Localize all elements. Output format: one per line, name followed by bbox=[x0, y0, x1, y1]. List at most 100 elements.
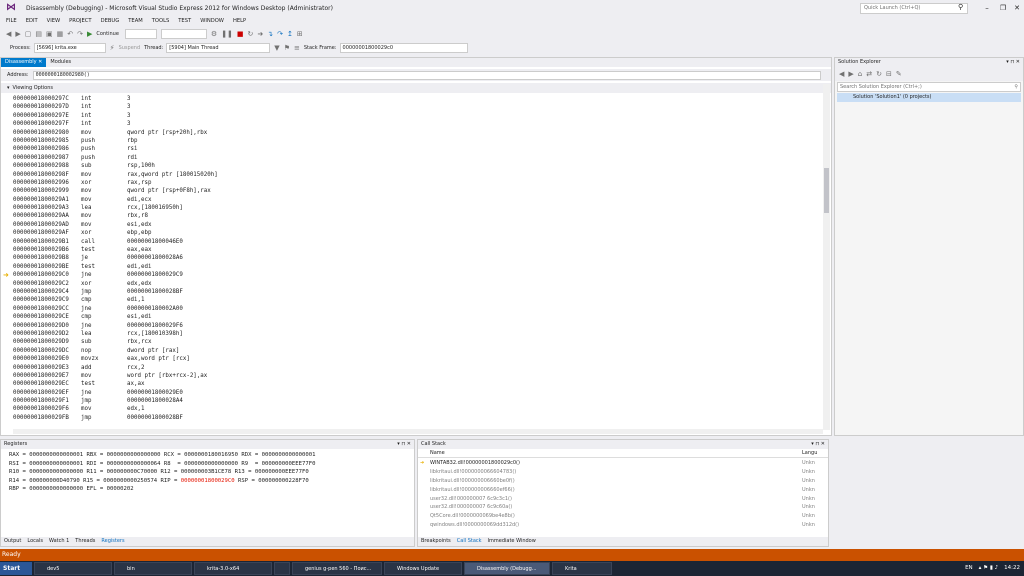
process-dropdown[interactable]: [5696] krita.exe bbox=[33, 43, 106, 53]
tab-immediate[interactable]: Immediate Window bbox=[485, 537, 539, 546]
indicator-margin[interactable]: ➜ bbox=[3, 95, 12, 431]
pane-close-icon[interactable]: ▾ ⊓ ✕ bbox=[1006, 58, 1020, 67]
menu-tools[interactable]: TOOLS bbox=[152, 18, 170, 24]
tab-output[interactable]: Output bbox=[1, 537, 24, 546]
tab-watch[interactable]: Watch 1 bbox=[46, 537, 72, 546]
solution-node[interactable]: Solution 'Solution1' (0 projects) bbox=[837, 93, 1021, 102]
disasm-row[interactable]: 0000000180002988 sub rsp,100h bbox=[13, 162, 823, 170]
call-stack-row[interactable]: user32.dll!000000007 6c9c3c1() Unkn bbox=[418, 495, 828, 504]
disasm-row[interactable]: 000000018000297E int 3 bbox=[13, 112, 823, 120]
taskbar-item-krita[interactable]: Krita bbox=[552, 562, 612, 575]
horizontal-scrollbar[interactable] bbox=[13, 429, 823, 434]
platform-dropdown[interactable] bbox=[160, 29, 207, 39]
disasm-row[interactable]: 00000001800029E7 mov word ptr [rbx+rcx-2],… bbox=[13, 372, 823, 380]
disasm-row[interactable]: 00000001800029FB jmp 00000001800028BF bbox=[13, 414, 823, 422]
disasm-row[interactable]: 00000001800029AA mov rbx,r8 bbox=[13, 212, 823, 220]
disasm-row[interactable]: 00000001800029A1 mov edi,ecx bbox=[13, 196, 823, 204]
back-icon[interactable]: ◀ bbox=[6, 30, 11, 38]
menu-edit[interactable]: EDIT bbox=[26, 18, 38, 24]
disasm-row[interactable]: 0000000180002986 push rsi bbox=[13, 145, 823, 153]
step-into-icon[interactable]: ↴ bbox=[267, 30, 273, 38]
disasm-row[interactable]: 00000001800029E0 movzx eax,word ptr [rcx] bbox=[13, 355, 823, 363]
refresh-icon[interactable]: ↻ bbox=[876, 70, 882, 78]
step-out-icon[interactable]: ↥ bbox=[287, 30, 293, 38]
taskbar-item-bin[interactable]: bin bbox=[114, 562, 192, 575]
disasm-row[interactable]: 00000001800029F6 mov edx,1 bbox=[13, 405, 823, 413]
tab-modules[interactable]: Modules bbox=[46, 58, 75, 67]
restart-icon[interactable]: ↻ bbox=[248, 30, 254, 38]
scrollbar-thumb[interactable] bbox=[824, 168, 829, 213]
taskbar-item-visual-studio[interactable]: Disassembly (Debugg... bbox=[464, 562, 550, 575]
threads-icon[interactable]: ≡ bbox=[294, 44, 300, 52]
attach-icon[interactable]: ⚙ bbox=[211, 30, 217, 38]
disasm-row[interactable]: 00000001800029D0 jne 00000001800029F6 bbox=[13, 322, 823, 330]
call-stack-row[interactable]: libkritaui.dll!000000006660ef66() Unkn bbox=[418, 486, 828, 495]
disasm-row[interactable]: 000000018000297D int 3 bbox=[13, 103, 823, 111]
menu-file[interactable]: FILE bbox=[6, 18, 17, 24]
disasm-row[interactable]: 00000001800029C0 jne 00000001800029C9 bbox=[13, 271, 823, 279]
thread-dropdown[interactable]: [5904] Main Thread bbox=[166, 43, 271, 53]
tab-call-stack[interactable]: Call Stack bbox=[454, 537, 485, 546]
disasm-row[interactable]: 00000001800029B8 je 00000001800028A6 bbox=[13, 254, 823, 262]
forward-icon[interactable]: ▶ bbox=[15, 30, 20, 38]
call-stack-row[interactable]: libkritaui.dll!000000006660be0f() Unkn bbox=[418, 477, 828, 486]
call-stack-row[interactable]: user32.dll!000000007 6c9c60a() Unkn bbox=[418, 503, 828, 512]
tab-breakpoints[interactable]: Breakpoints bbox=[418, 537, 454, 546]
open-folder-icon[interactable]: ▤ bbox=[35, 30, 42, 38]
disasm-row[interactable]: 00000001800029CC jne 0000000180002A00 bbox=[13, 305, 823, 313]
address-input[interactable]: 0000000180002980() bbox=[32, 70, 821, 80]
disasm-row[interactable]: 00000001800029CE cmp esi,edi bbox=[13, 313, 823, 321]
disasm-row[interactable]: 0000000180002996 xor rax,rsp bbox=[13, 179, 823, 187]
disasm-row[interactable]: 00000001800029AD mov esi,edx bbox=[13, 221, 823, 229]
disasm-row[interactable]: 00000001800029B1 call 00000001800046E0 bbox=[13, 238, 823, 246]
tray-icons[interactable]: ▴ ⚑ ▮ ♪ bbox=[979, 561, 998, 576]
show-next-statement-icon[interactable]: ➜ bbox=[257, 30, 263, 38]
disasm-row[interactable]: 0000000180002980 mov qword ptr [rsp+20h],r… bbox=[13, 129, 823, 137]
disasm-row[interactable]: 000000018000297C int 3 bbox=[13, 95, 823, 103]
column-name[interactable]: Name bbox=[418, 450, 802, 457]
disasm-row[interactable]: 00000001800029DC nop dword ptr [rax] bbox=[13, 347, 823, 355]
menu-team[interactable]: TEAM bbox=[128, 18, 142, 24]
hex-icon[interactable]: ⊞ bbox=[297, 30, 303, 38]
menu-help[interactable]: HELP bbox=[233, 18, 246, 24]
disasm-row[interactable]: 000000018000297F int 3 bbox=[13, 120, 823, 128]
column-language[interactable]: Langu bbox=[802, 450, 817, 457]
disasm-row[interactable]: 0000000180002985 push rbp bbox=[13, 137, 823, 145]
stack-frame-dropdown[interactable]: 0000000180002​9c0 bbox=[339, 43, 468, 53]
taskbar-item-app[interactable] bbox=[274, 562, 290, 575]
disasm-row[interactable]: 00000001800029EF jne 00000001800029E0 bbox=[13, 389, 823, 397]
continue-button[interactable]: Continue bbox=[96, 31, 118, 37]
disasm-row[interactable]: 00000001800029D2 lea rcx,[180010398h] bbox=[13, 330, 823, 338]
disasm-row[interactable]: 00000001800029EC test ax,ax bbox=[13, 380, 823, 388]
solution-search-input[interactable]: Search Solution Explorer (Ctrl+;) ⚲ bbox=[837, 82, 1021, 92]
close-button[interactable]: ✕ bbox=[1010, 2, 1024, 14]
start-button[interactable]: Start bbox=[0, 562, 32, 575]
quick-launch-input[interactable]: Quick Launch (Ctrl+Q) bbox=[860, 3, 968, 14]
menu-project[interactable]: PROJECT bbox=[69, 18, 91, 24]
language-indicator[interactable]: EN bbox=[965, 561, 973, 576]
tab-disassembly[interactable]: Disassembly ✕ bbox=[1, 58, 47, 67]
tab-registers[interactable]: Registers bbox=[98, 537, 127, 546]
disasm-row[interactable]: 00000001800029B6 test eax,eax bbox=[13, 246, 823, 254]
save-icon[interactable]: ▣ bbox=[46, 30, 53, 38]
disasm-row[interactable]: 00000001800029BE test edi,edi bbox=[13, 263, 823, 271]
taskbar-item-browser[interactable]: genius g-pen 560 - Поис... bbox=[292, 562, 382, 575]
redo-icon[interactable]: ↷ bbox=[77, 30, 83, 38]
disasm-row[interactable]: 00000001800029E3 add rcx,2 bbox=[13, 364, 823, 372]
forward-icon[interactable]: ▶ bbox=[848, 70, 853, 78]
tab-locals[interactable]: Locals bbox=[24, 537, 46, 546]
pane-controls-icon[interactable]: ▾ ⊓ ✕ bbox=[397, 440, 411, 449]
break-all-icon[interactable]: ❚❚ bbox=[221, 30, 233, 38]
taskbar-item-krita-folder[interactable]: krita-3.0-x64 bbox=[194, 562, 272, 575]
disasm-row[interactable]: 0000000180002999 mov qword ptr [rsp+0F8h],… bbox=[13, 187, 823, 195]
disasm-row[interactable]: 000000018000298F mov rax,qword ptr [180015… bbox=[13, 171, 823, 179]
continue-icon[interactable]: ▶ bbox=[87, 30, 92, 38]
disasm-row[interactable]: 00000001800029C9 cmp edi,1 bbox=[13, 296, 823, 304]
flag-icon[interactable]: ⚑ bbox=[284, 44, 290, 52]
save-all-icon[interactable]: ▦ bbox=[57, 30, 64, 38]
menu-view[interactable]: VIEW bbox=[47, 18, 61, 24]
clock[interactable]: 14:22 bbox=[1004, 561, 1020, 576]
search-icon[interactable]: ⚲ bbox=[958, 3, 963, 11]
viewing-options[interactable]: ▾ Viewing Options bbox=[1, 83, 831, 93]
taskbar-item-dev5[interactable]: dev5 bbox=[34, 562, 112, 575]
